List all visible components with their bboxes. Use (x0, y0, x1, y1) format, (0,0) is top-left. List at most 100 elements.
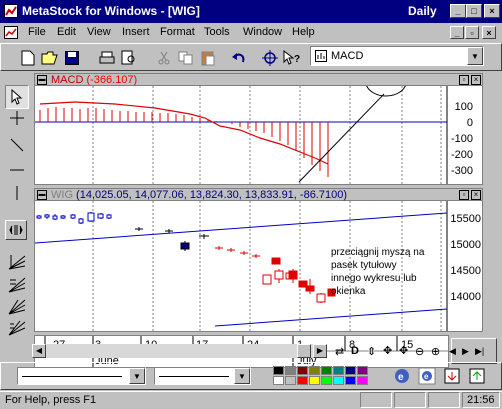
wig-tick-15000: 15000 (450, 239, 481, 251)
close-button[interactable]: × (484, 4, 500, 18)
palette-color-swatch[interactable] (273, 376, 284, 385)
wig-ohlc: (14,025.05, 14,077.06, 13,824.30, 13,833… (73, 189, 348, 201)
menu-window[interactable]: Window (243, 26, 282, 38)
line-width-select[interactable]: ▼ (154, 367, 251, 385)
menu-edit[interactable]: Edit (57, 26, 76, 38)
palette-color-swatch[interactable] (333, 376, 344, 385)
wig-close-icon[interactable]: × (471, 190, 481, 200)
first-bar-icon[interactable]: ◀ (449, 346, 456, 357)
macd-panel[interactable]: ▬ MACD (-366.107) ▫ × 100 0 -100 -200 -3… (34, 67, 483, 185)
paste-icon[interactable] (197, 47, 219, 69)
palette-color-swatch[interactable] (345, 366, 356, 375)
app-icon[interactable] (4, 4, 18, 18)
svg-text:e: e (424, 372, 429, 381)
date-icon[interactable]: D (351, 345, 359, 357)
move-icon[interactable]: ✥ (383, 344, 392, 357)
horizontal-line-tool-icon[interactable] (5, 158, 29, 182)
chevron-down-icon[interactable]: ▼ (467, 47, 483, 65)
indicator-icon (315, 50, 327, 62)
help-pointer-icon[interactable]: ? (281, 47, 303, 69)
wig-title-bar[interactable]: ▬ WIG (14,025.05, 14,077.06, 13,824.30, … (35, 189, 482, 201)
palette-color-swatch[interactable] (309, 376, 320, 385)
wig-restore-icon[interactable]: ▫ (459, 190, 469, 200)
annotation-line-1: przeciągnij myszą na (331, 247, 425, 258)
open-icon[interactable] (39, 47, 61, 69)
palette-color-swatch[interactable] (321, 376, 332, 385)
menu-tools[interactable]: Tools (204, 26, 230, 38)
fibonacci-fan-tool-icon[interactable] (5, 250, 29, 274)
next-page-icon[interactable]: ▶| (475, 346, 484, 357)
status-clock: 21:56 (462, 392, 500, 408)
drawing-toolbar (2, 73, 32, 363)
palette-color-swatch[interactable] (273, 366, 284, 375)
macd-title-bar[interactable]: ▬ MACD (-366.107) ▫ × (35, 74, 482, 86)
macd-close-icon[interactable]: × (471, 75, 481, 85)
panel-menu-icon[interactable]: ▬ (37, 75, 47, 85)
prev-bar-icon[interactable]: ▶ (462, 346, 469, 357)
palette-color-swatch[interactable] (357, 366, 368, 375)
wig-name: WIG (51, 189, 73, 201)
palette-color-swatch[interactable] (297, 366, 308, 375)
menu-insert[interactable]: Insert (122, 26, 150, 38)
vertical-line-tool-icon[interactable] (5, 181, 29, 205)
zoom-reset-icon[interactable]: ⊕ (431, 345, 440, 358)
crosshair-tool-icon[interactable] (5, 106, 29, 130)
internet-icon[interactable]: e (418, 367, 436, 385)
doc-minimize-button[interactable]: _ (450, 26, 464, 39)
undo-icon[interactable] (228, 47, 250, 69)
line-width-sample (159, 376, 229, 377)
cut-icon[interactable] (153, 47, 175, 69)
print-preview-icon[interactable] (118, 47, 140, 69)
export-icon[interactable] (443, 367, 461, 385)
new-icon[interactable] (17, 47, 39, 69)
menu-file[interactable]: File (28, 26, 46, 38)
palette-color-swatch[interactable] (285, 366, 296, 375)
palette-color-swatch[interactable] (345, 376, 356, 385)
minimize-button[interactable]: _ (450, 4, 466, 18)
maximize-button[interactable]: □ (466, 4, 482, 18)
palette-color-swatch[interactable] (285, 376, 296, 385)
crosshair-icon[interactable] (259, 47, 281, 69)
pan-icon[interactable]: ✥ (399, 344, 408, 357)
scroll-left-icon[interactable]: ◀ (32, 344, 46, 358)
zoom-in-icon[interactable]: ⇕ (367, 345, 376, 358)
macd-plot: 100 0 -100 -200 -300 (35, 67, 473, 184)
refresh-icon[interactable]: ⇄ (335, 345, 344, 358)
panel-menu-icon[interactable]: ▬ (37, 190, 47, 200)
chevron-down-icon[interactable]: ▼ (234, 368, 250, 384)
scroll-right-icon[interactable]: ▶ (313, 344, 327, 358)
copy-icon[interactable] (175, 47, 197, 69)
palette-color-swatch[interactable] (333, 366, 344, 375)
chevron-down-icon[interactable]: ▼ (129, 368, 145, 384)
save-icon[interactable] (61, 47, 83, 69)
menu-view[interactable]: View (87, 26, 111, 38)
menu-format[interactable]: Format (160, 26, 195, 38)
status-cell-2 (394, 392, 426, 408)
indicator-select[interactable]: MACD ▼ (310, 46, 484, 66)
chart-icon[interactable]: e (393, 367, 411, 385)
wig-plot: przeciągnij myszą na pasek tytułowy inne… (34, 201, 481, 331)
trendline-tool-icon[interactable] (5, 133, 29, 157)
horizontal-scrollbar[interactable]: ◀ ▶ (32, 344, 327, 358)
menu-help[interactable]: Help (292, 26, 315, 38)
palette-color-swatch[interactable] (297, 376, 308, 385)
speed-lines-tool-icon[interactable] (5, 316, 29, 340)
doc-restore-button[interactable]: ▫ (465, 26, 479, 39)
doc-close-button[interactable]: × (482, 26, 496, 39)
document-icon[interactable] (4, 26, 18, 39)
fibonacci-arcs-tool-icon[interactable] (5, 273, 29, 297)
channel-tool-icon[interactable] (5, 220, 27, 240)
print-icon[interactable] (96, 47, 118, 69)
line-style-select[interactable]: ▼ (17, 367, 146, 385)
macd-restore-icon[interactable]: ▫ (459, 75, 469, 85)
import-icon[interactable] (468, 367, 486, 385)
status-help-text: For Help, press F1 (5, 394, 97, 406)
color-palette[interactable] (273, 366, 369, 386)
palette-color-swatch[interactable] (309, 366, 320, 375)
zoom-out-icon[interactable]: ⊖ (415, 345, 424, 358)
palette-color-swatch[interactable] (357, 376, 368, 385)
wig-panel[interactable]: ▬ WIG (14,025.05, 14,077.06, 13,824.30, … (34, 188, 483, 332)
scroll-thumb[interactable] (297, 344, 311, 358)
palette-color-swatch[interactable] (321, 366, 332, 375)
annotation-line-2: pasek tytułowy (331, 260, 397, 271)
